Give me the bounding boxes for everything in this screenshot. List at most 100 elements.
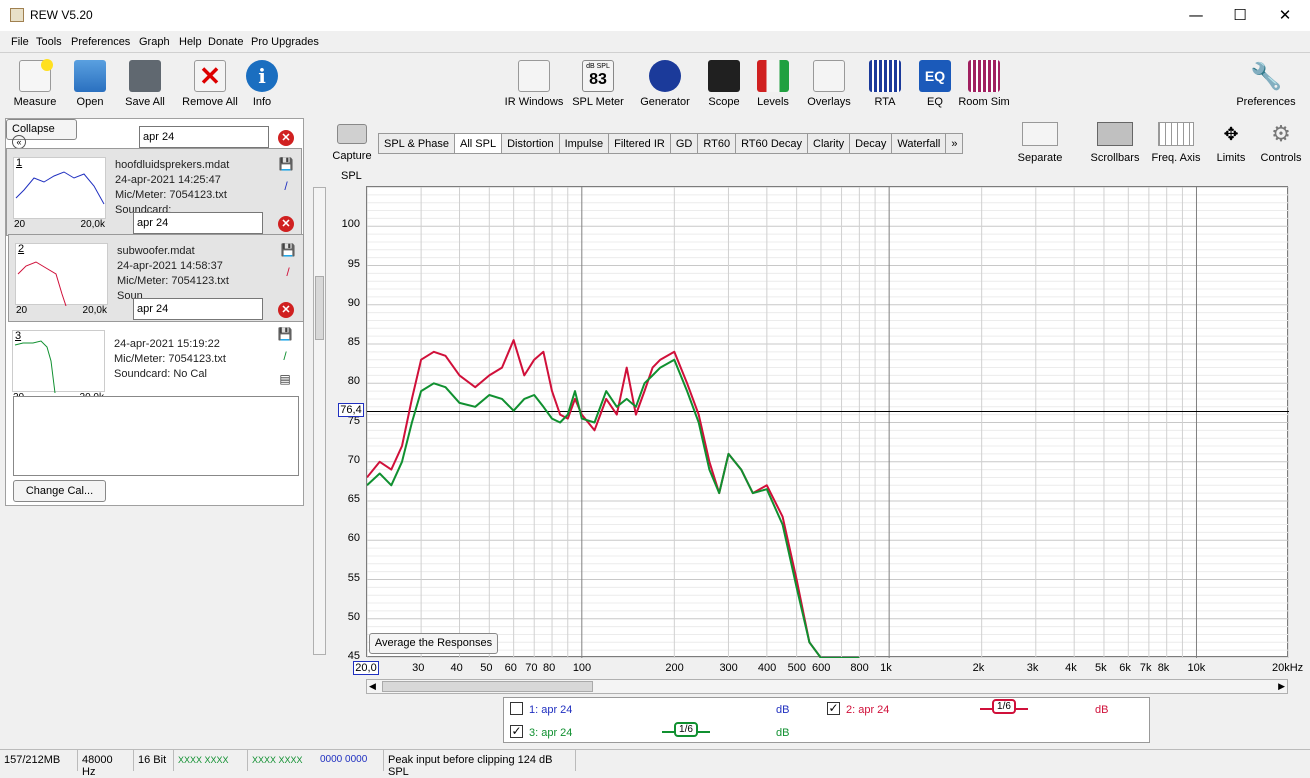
pen-icon[interactable]: /: [278, 179, 294, 195]
open-button[interactable]: Open: [70, 60, 110, 108]
limits-button[interactable]: ✥ Limits: [1210, 122, 1252, 164]
tab-all-spl[interactable]: All SPL: [454, 133, 502, 154]
average-responses-button[interactable]: Average the Responses: [369, 633, 498, 654]
close-measurement-button[interactable]: ✕: [278, 216, 294, 232]
eq-button[interactable]: EQ EQ: [916, 60, 954, 108]
generator-button[interactable]: Generator: [637, 60, 693, 108]
tab-spl-phase[interactable]: SPL & Phase: [378, 133, 455, 154]
x-tick-label: 1k: [880, 662, 892, 674]
tab-impulse[interactable]: Impulse: [558, 133, 609, 154]
tab-waterfall[interactable]: Waterfall: [891, 133, 946, 154]
minimize-button[interactable]: —: [1173, 0, 1219, 31]
scroll-right-icon[interactable]: ▶: [1278, 681, 1285, 692]
pen-icon[interactable]: /: [277, 349, 293, 365]
spl-meter-button[interactable]: dB SPL 83 SPL Meter: [570, 60, 626, 108]
scroll-thumb[interactable]: [382, 681, 593, 692]
scope-button[interactable]: Scope: [702, 60, 746, 108]
legend-smoothing-2[interactable]: 1/6: [980, 699, 1028, 717]
tab-decay[interactable]: Decay: [849, 133, 892, 154]
x-tick-label: 2k: [972, 662, 985, 674]
scroll-left-icon[interactable]: ◀: [369, 681, 376, 692]
x-tick-label: 50: [480, 662, 493, 674]
menu-preferences[interactable]: Preferences: [71, 36, 130, 48]
floppy-icon: [129, 60, 161, 92]
x-tick-label: 4k: [1065, 662, 1077, 674]
spl-meter-unit: dB SPL: [586, 63, 610, 70]
horizontal-scrollbar[interactable]: ◀ ▶: [366, 679, 1288, 694]
spl-meter-icon: dB SPL 83: [582, 60, 614, 92]
measure-button[interactable]: Measure: [12, 59, 58, 108]
collapse-button[interactable]: Collapse «: [6, 119, 77, 149]
tab-clarity[interactable]: Clarity: [807, 133, 850, 154]
remove-all-button[interactable]: ✕ Remove All: [180, 60, 240, 108]
measurement-name-input[interactable]: apr 24: [139, 126, 269, 148]
scrollbars-icon: [1097, 122, 1133, 146]
notes-textarea[interactable]: [13, 396, 299, 476]
change-cal-button[interactable]: Change Cal...: [13, 480, 106, 502]
limits-icon: ✥: [1223, 124, 1239, 144]
vertical-scrollbar[interactable]: [313, 187, 326, 655]
menu-donate[interactable]: Donate: [208, 36, 243, 48]
info-icon: i: [246, 60, 278, 92]
close-window-button[interactable]: ✕: [1262, 0, 1308, 31]
close-measurement-button[interactable]: ✕: [278, 130, 294, 146]
menu-tools[interactable]: Tools: [36, 36, 62, 48]
close-measurement-button[interactable]: ✕: [278, 302, 294, 318]
overlays-label: Overlays: [807, 96, 851, 108]
capture-button[interactable]: Capture: [331, 124, 373, 162]
save-icon[interactable]: 💾: [277, 327, 293, 343]
legend-label-2: 2: apr 24: [846, 704, 890, 716]
ir-windows-button[interactable]: IR Windows: [503, 60, 565, 108]
tab-rt60-decay[interactable]: RT60 Decay: [735, 133, 807, 154]
measurement-name-input[interactable]: apr 24: [133, 298, 263, 320]
controls-button[interactable]: ⚙ Controls: [1258, 122, 1304, 165]
info-button[interactable]: i Info: [246, 60, 278, 108]
measurement-number: 3: [15, 330, 22, 342]
y-tick-label: 90: [347, 296, 360, 309]
legend-checkbox-3[interactable]: ✓: [510, 725, 523, 738]
notes-icon[interactable]: ▤: [277, 372, 293, 388]
save-icon[interactable]: 💾: [278, 157, 294, 173]
scrollbars-button[interactable]: Scrollbars: [1086, 122, 1144, 164]
status-levels-2: XXXX XXXX: [252, 755, 303, 765]
save-icon[interactable]: 💾: [280, 243, 296, 259]
tab-more[interactable]: »: [945, 133, 964, 154]
spl-plot: [367, 187, 1289, 658]
thumbnail-graph: 1 20 20,0k: [13, 157, 106, 230]
menu-help[interactable]: Help: [179, 36, 202, 48]
measurement-name-input[interactable]: apr 24: [133, 212, 263, 234]
legend-checkbox-2[interactable]: ✓: [827, 702, 840, 715]
legend-smoothing-3[interactable]: 1/6: [662, 722, 710, 740]
rta-button[interactable]: RTA: [866, 60, 904, 108]
tab-gd[interactable]: GD: [669, 133, 698, 154]
maximize-button[interactable]: ☐: [1217, 0, 1263, 31]
tab-rt60[interactable]: RT60: [697, 133, 736, 154]
measurement-soundcard: Soundcard: No Cal: [114, 368, 207, 380]
separate-button[interactable]: Separate: [1014, 122, 1066, 164]
scroll-thumb[interactable]: [315, 276, 324, 340]
status-levels-1: XXXX XXXX: [174, 750, 248, 771]
menu-graph[interactable]: Graph: [139, 36, 170, 48]
menu-pro-upgrades[interactable]: Pro Upgrades: [251, 36, 319, 48]
menu-file[interactable]: File: [11, 36, 29, 48]
x-tick-label: 8k: [1157, 662, 1170, 674]
save-all-button[interactable]: Save All: [122, 60, 168, 108]
x-start-value: 20,0: [353, 661, 379, 675]
legend-label-1: 1: apr 24: [529, 704, 573, 716]
pen-icon[interactable]: /: [280, 265, 296, 281]
capture-label: Capture: [332, 150, 372, 162]
levels-button[interactable]: Levels: [752, 60, 794, 108]
overlays-button[interactable]: Overlays: [804, 60, 854, 108]
remove-all-label: Remove All: [182, 96, 238, 108]
legend-checkbox-1[interactable]: [510, 702, 523, 715]
tab-distortion[interactable]: Distortion: [501, 133, 559, 154]
spl-graph[interactable]: [366, 186, 1289, 658]
freq-axis-button[interactable]: Freq. Axis: [1148, 122, 1204, 164]
status-samplerate: 48000 Hz: [78, 750, 134, 778]
tab-filtered-ir[interactable]: Filtered IR: [608, 133, 670, 154]
room-sim-button[interactable]: Room Sim: [958, 60, 1010, 108]
preferences-button[interactable]: 🔧 Preferences: [1233, 60, 1299, 108]
eq-icon: EQ: [919, 60, 951, 92]
x-tick-label: 70: [525, 662, 538, 674]
title-bar: REW V5.20 — ☐ ✕: [0, 0, 1310, 31]
